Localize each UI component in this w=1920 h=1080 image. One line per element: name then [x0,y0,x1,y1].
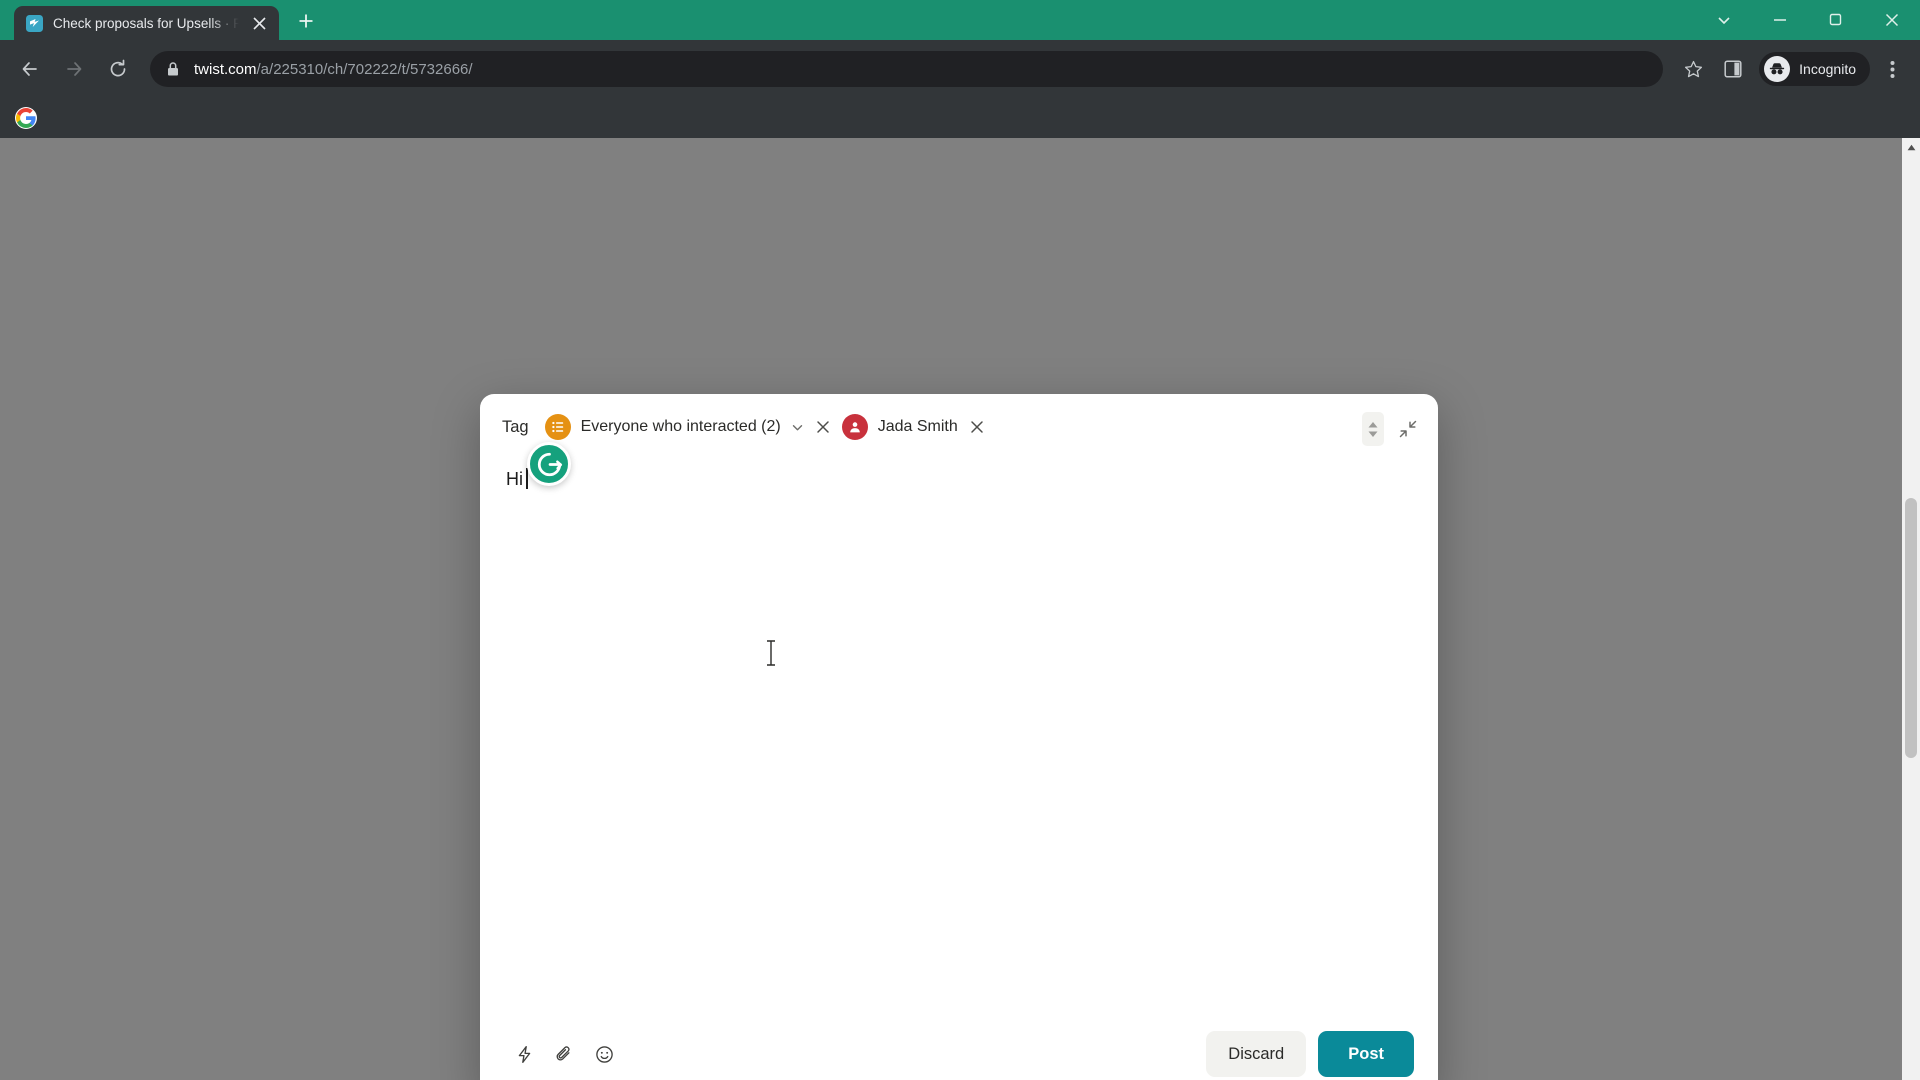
incognito-label: Incognito [1799,61,1856,77]
scroll-up-arrow-icon[interactable] [1902,138,1920,156]
post-button[interactable]: Post [1318,1031,1414,1077]
list-avatar-icon [544,414,571,440]
emoji-icon[interactable] [584,1034,624,1074]
screen: Check proposals for Upsells · Pa twist.c… [0,0,1920,1080]
reload-button[interactable] [98,49,138,89]
lightning-icon[interactable] [504,1034,544,1074]
grammarly-icon[interactable] [527,442,571,486]
stepper-icon[interactable] [1362,412,1384,446]
tab-strip: Check proposals for Upsells · Pa [0,0,323,40]
page-scrollbar[interactable] [1902,138,1920,1080]
url-text: twist.com/a/225310/ch/702222/t/5732666/ [194,61,473,78]
modal-toolbar: Discard Post [480,1022,1438,1080]
tag-label: Tag [502,417,529,436]
side-panel-icon[interactable] [1715,51,1751,87]
remove-tag-icon[interactable] [814,420,832,434]
modal-tag-bar: Tag Everyone who interacted (2) Jada Smi… [480,394,1438,460]
window-maximize-button[interactable] [1808,0,1864,40]
editor-text-value: Hi [506,469,523,489]
url-path: /a/225310/ch/702222/t/5732666/ [256,60,473,78]
bookmark-star-icon[interactable] [1675,51,1711,87]
compose-modal: Tag Everyone who interacted (2) Jada Smi… [480,394,1438,1080]
person-avatar-icon [841,414,868,440]
window-minimize-button[interactable] [1752,0,1808,40]
paperclip-icon[interactable] [544,1034,584,1074]
browser-tab[interactable]: Check proposals for Upsells · Pa [14,6,279,40]
url-domain: twist.com [194,60,257,78]
chevron-down-icon[interactable] [791,421,804,434]
twist-app: P Page Flows Search [0,138,1920,1080]
scrollbar-thumb[interactable] [1905,498,1917,758]
tab-close-icon[interactable] [249,13,269,33]
window-controls [1696,0,1920,40]
collapse-icon[interactable] [1398,419,1418,439]
tag-chip-everyone[interactable]: Everyone who interacted (2) [544,410,832,444]
chrome-menu-icon[interactable] [1874,51,1910,87]
window-close-button[interactable] [1864,0,1920,40]
remove-tag-icon[interactable] [968,420,986,434]
tag-chip-label: Jada Smith [877,418,958,435]
tag-chip-jada-smith[interactable]: Jada Smith [841,410,986,444]
lock-icon [166,61,180,77]
browser-title-bar: Check proposals for Upsells · Pa [0,0,1920,40]
modal-corner-controls [1362,412,1418,446]
incognito-profile-button[interactable]: Incognito [1759,52,1870,86]
forward-button[interactable] [54,49,94,89]
window-more-button[interactable] [1696,0,1752,40]
editor-content: Hi [506,468,528,490]
bookmarks-bar [0,98,1920,138]
incognito-icon [1764,56,1791,82]
address-bar[interactable]: twist.com/a/225310/ch/702222/t/5732666/ [150,51,1664,87]
google-icon[interactable] [14,106,38,130]
new-tab-button[interactable] [289,4,323,38]
tab-title: Check proposals for Upsells · Pa [53,15,239,31]
discard-button[interactable]: Discard [1206,1031,1307,1077]
message-editor[interactable]: Hi [480,442,1438,1022]
twist-favicon-icon [26,14,43,32]
tag-chip-label: Everyone who interacted (2) [580,418,781,435]
text-cursor-icon [765,640,777,671]
back-button[interactable] [10,49,50,89]
browser-toolbar: twist.com/a/225310/ch/702222/t/5732666/ … [0,40,1920,98]
